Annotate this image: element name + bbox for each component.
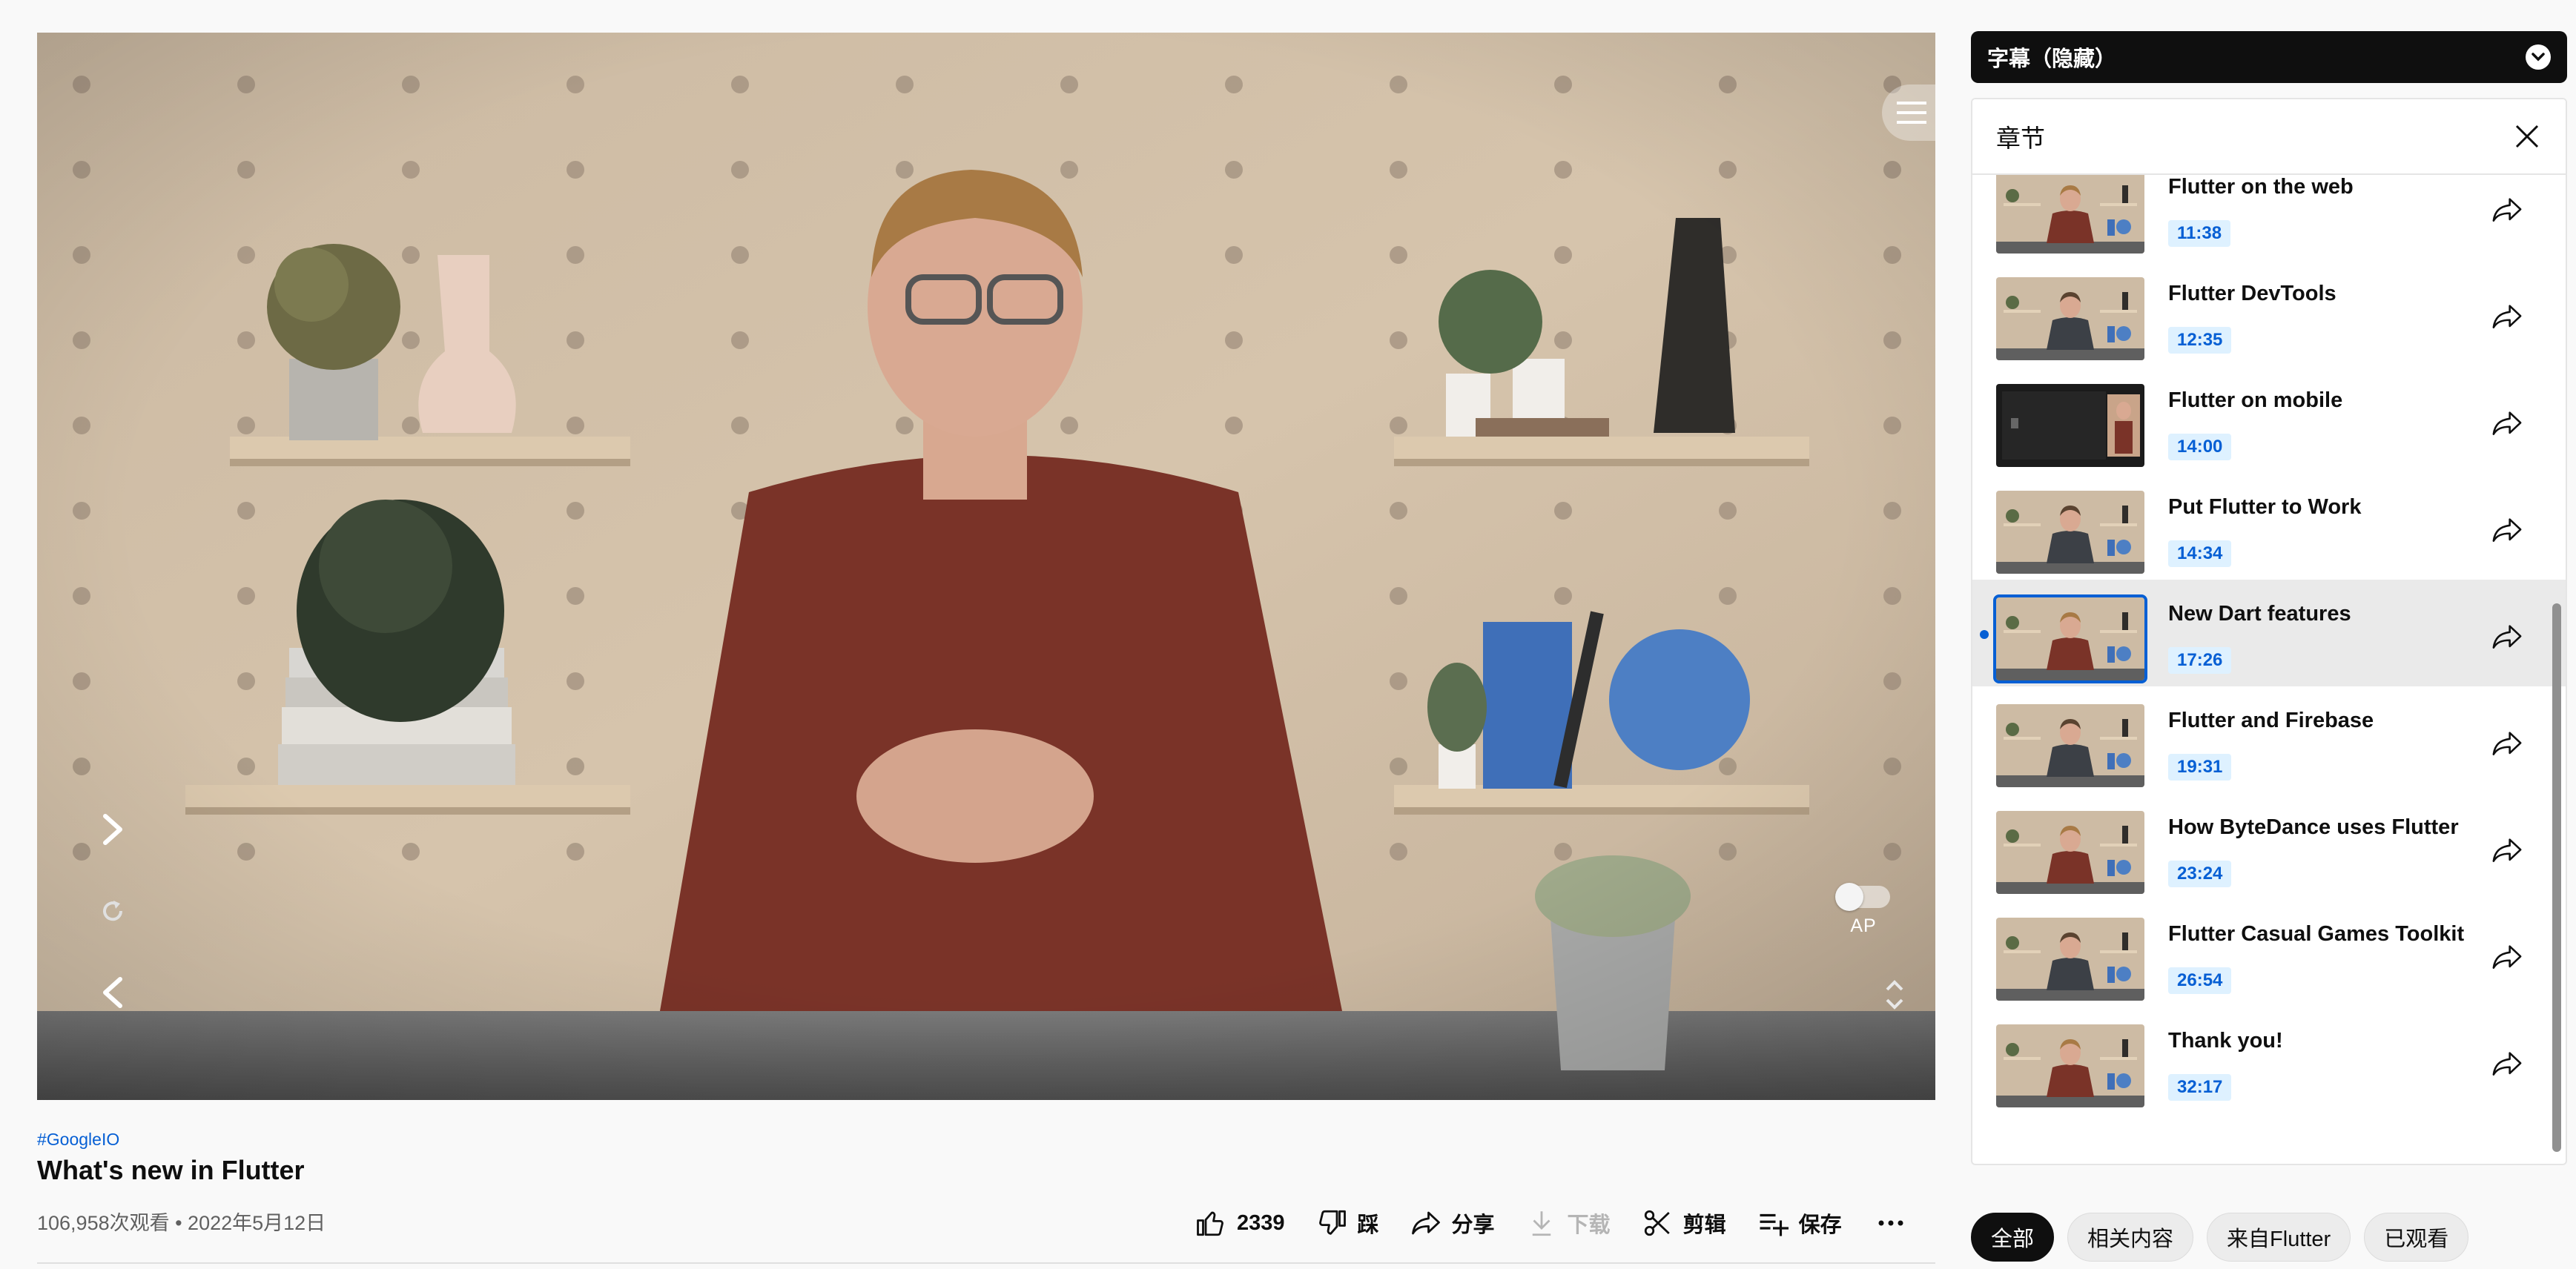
chapter-title: Flutter on mobile (2168, 388, 2343, 412)
chapter-timestamp[interactable]: 19:31 (2168, 754, 2232, 781)
download-label: 下载 (1567, 1213, 1611, 1237)
chapter-list-icon[interactable] (1882, 85, 1935, 141)
chapter-title: Flutter and Firebase (2168, 709, 2374, 732)
more-horizontal-icon (1878, 1220, 1903, 1226)
chapter-item[interactable]: Flutter DevTools 12:35 (1972, 259, 2566, 366)
share-icon[interactable] (2481, 1039, 2533, 1091)
chapter-item[interactable]: Thank you! 32:17 (1972, 1007, 2566, 1113)
dislike-label: 踩 (1357, 1213, 1379, 1237)
chapter-thumbnail (1996, 704, 2144, 787)
chapter-item[interactable]: Flutter Casual Games Toolkit 26:54 (1972, 900, 2566, 1007)
previous-chapter-icon[interactable] (90, 968, 135, 1017)
share-button[interactable]: 分享 (1410, 1202, 1495, 1244)
share-icon[interactable] (2481, 932, 2533, 984)
share-icon[interactable] (2481, 185, 2533, 237)
chapters-title: 章节 (1996, 125, 2045, 152)
chapter-title: New Dart features (2168, 602, 2351, 626)
chapter-timestamp[interactable]: 11:38 (2168, 220, 2231, 247)
chapter-title: Put Flutter to Work (2168, 495, 2362, 519)
playlist-add-icon (1760, 1213, 1789, 1236)
share-icon[interactable] (2481, 506, 2533, 557)
chapters-scrollbar[interactable] (2552, 603, 2561, 1152)
close-icon[interactable] (2512, 122, 2542, 151)
clip-button[interactable]: 剪辑 (1642, 1202, 1726, 1244)
chapter-thumbnail (1996, 491, 2144, 574)
thumbs-down-icon (1318, 1210, 1346, 1235)
autoplay-knob (1835, 882, 1863, 911)
chapter-thumbnail (1993, 594, 2147, 683)
chapter-timestamp[interactable]: 26:54 (2168, 967, 2232, 994)
like-count: 2339 (1237, 1210, 1285, 1235)
autoplay-label: AP (1850, 915, 1877, 936)
chapters-panel: 章节 11:01Flutter on the web11:38Flutter D… (1971, 98, 2567, 1165)
video-player[interactable]: AP (37, 33, 1935, 1100)
chapter-thumbnail (1996, 1024, 2144, 1107)
subtitles-dropdown[interactable]: 字幕（隐藏） (1971, 31, 2567, 83)
like-button[interactable]: 2339 (1195, 1202, 1285, 1244)
chapter-item[interactable]: Put Flutter to Work 14:34 (1972, 473, 2566, 580)
video-frame (37, 33, 1935, 1100)
chapter-timestamp[interactable]: 14:34 (2168, 540, 2232, 567)
chevron-down-icon (2526, 44, 2551, 70)
share-icon[interactable] (2481, 826, 2533, 878)
filter-chip[interactable]: 来自Flutter (2207, 1213, 2351, 1262)
chapter-item[interactable]: How ByteDance uses Flutter 23:24 (1972, 793, 2566, 900)
video-title: What's new in Flutter (37, 1155, 305, 1185)
filter-chips: 全部 相关内容 来自Flutter 已观看 (1971, 1213, 2482, 1262)
save-button[interactable]: 保存 (1757, 1202, 1842, 1244)
chapter-title: Flutter on the web (2168, 175, 2354, 199)
share-label: 分享 (1451, 1213, 1495, 1237)
action-bar: 2339 踩 分享 下载 剪辑 保存 (1195, 1202, 1915, 1244)
autoplay-toggle[interactable]: AP (1830, 878, 1897, 944)
chapter-title: How ByteDance uses Flutter (2168, 815, 2459, 839)
chapter-item[interactable]: New Dart features 17:26 (1972, 580, 2566, 686)
chapter-item[interactable]: Flutter on mobile 14:00 (1972, 366, 2566, 473)
chapter-title: Flutter Casual Games Toolkit (2168, 922, 2465, 946)
chapter-thumbnail (1996, 918, 2144, 1001)
filter-chip[interactable]: 全部 (1971, 1213, 2055, 1262)
expand-icon[interactable] (1876, 975, 1913, 1014)
replay-icon[interactable] (90, 889, 135, 933)
thumbs-up-icon (1197, 1211, 1223, 1236)
scissors-icon (1644, 1210, 1670, 1236)
hashtag-link[interactable]: #GoogleIO (37, 1130, 119, 1150)
subtitles-label: 字幕（隐藏） (1987, 47, 2117, 71)
save-label: 保存 (1798, 1213, 1842, 1237)
share-icon[interactable] (2481, 399, 2533, 451)
chapter-thumbnail (1996, 170, 2144, 254)
chapter-timestamp[interactable]: 14:00 (2168, 434, 2232, 460)
filter-chip[interactable]: 已观看 (2364, 1213, 2469, 1262)
next-chapter-icon[interactable] (90, 805, 135, 854)
share-icon[interactable] (2481, 612, 2533, 664)
chapter-title: Thank you! (2168, 1029, 2283, 1053)
more-actions-button[interactable] (1877, 1202, 1915, 1244)
filter-chip[interactable]: 相关内容 (2067, 1213, 2194, 1262)
share-icon[interactable] (2481, 719, 2533, 771)
chapter-thumbnail (1996, 811, 2144, 894)
download-icon (1532, 1211, 1550, 1236)
chapter-thumbnail (1996, 384, 2144, 467)
chapter-list: 11:01Flutter on the web11:38Flutter DevT… (1972, 99, 2566, 1113)
share-icon (1411, 1211, 1440, 1235)
share-icon[interactable] (2481, 292, 2533, 344)
chapters-header: 章节 (1972, 99, 2566, 175)
view-count-and-date: 106,958次观看 • 2022年5月12日 (37, 1212, 326, 1234)
meta-divider (37, 1262, 1935, 1264)
dislike-button[interactable]: 踩 (1316, 1202, 1379, 1244)
chapter-title: Flutter DevTools (2168, 282, 2336, 305)
chapter-timestamp[interactable]: 32:17 (2168, 1074, 2232, 1101)
current-chapter-dot (1980, 630, 1989, 639)
chapter-timestamp[interactable]: 23:24 (2168, 861, 2232, 887)
chapter-item[interactable]: Flutter and Firebase 19:31 (1972, 686, 2566, 793)
chapter-thumbnail (1996, 277, 2144, 360)
download-button[interactable]: 下载 (1526, 1202, 1611, 1244)
chapter-timestamp[interactable]: 17:26 (2168, 647, 2232, 674)
autoplay-switch[interactable] (1835, 882, 1890, 911)
clip-label: 剪辑 (1682, 1213, 1726, 1237)
chapter-timestamp[interactable]: 12:35 (2168, 327, 2232, 354)
